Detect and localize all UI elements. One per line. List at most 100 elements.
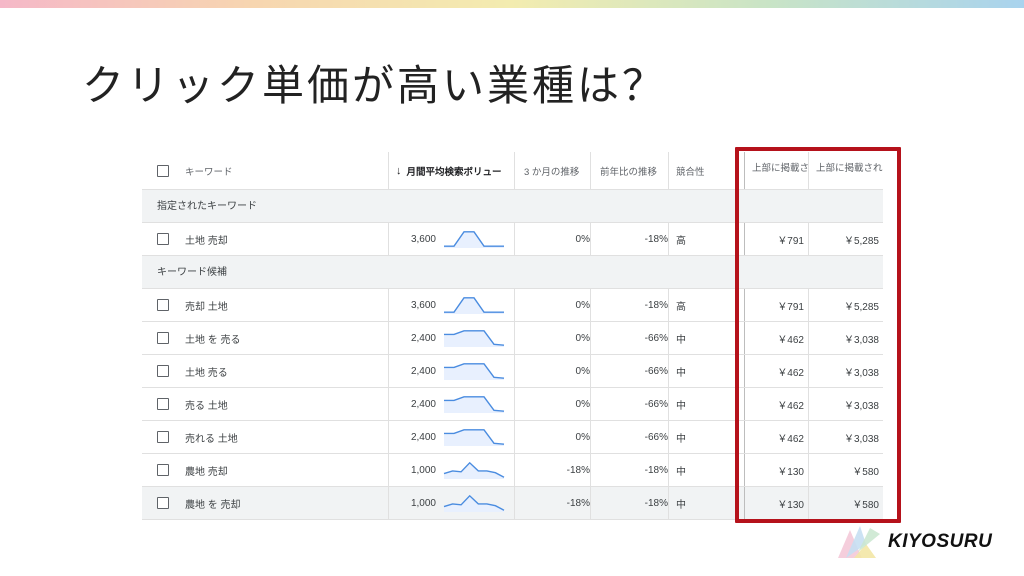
select-all-checkbox-cell[interactable] bbox=[157, 152, 171, 189]
yoy-cell: -18% bbox=[644, 233, 668, 245]
keyword-cell: 売る 土地 bbox=[185, 400, 228, 412]
yoy-cell: -66% bbox=[644, 332, 668, 344]
volume-value: 3,600 bbox=[410, 299, 436, 311]
row-checkbox-cell[interactable] bbox=[157, 223, 171, 255]
volume-value: 1,000 bbox=[410, 464, 436, 476]
row-checkbox-cell[interactable] bbox=[157, 322, 171, 354]
bid-low-cell: ￥791 bbox=[777, 301, 804, 313]
three-month-cell: 0% bbox=[575, 431, 590, 443]
bid-low-cell: ￥130 bbox=[777, 499, 804, 511]
trend-sparkline bbox=[444, 330, 505, 347]
yoy-cell: -66% bbox=[644, 365, 668, 377]
row-checkbox[interactable] bbox=[157, 233, 169, 245]
keyword-cell: 土地 売る bbox=[185, 367, 228, 379]
table-row[interactable]: 農地 売却 1,000 -18% -18% 中 ￥130 ￥580 bbox=[142, 454, 883, 487]
trend-sparkline bbox=[444, 429, 505, 446]
row-checkbox-cell[interactable] bbox=[157, 355, 171, 387]
row-checkbox[interactable] bbox=[157, 332, 169, 344]
three-month-cell: -18% bbox=[566, 497, 590, 509]
bid-high-cell: ￥3,038 bbox=[843, 400, 879, 412]
trend-sparkline bbox=[443, 494, 505, 512]
header-top-bid-high[interactable]: 上部に掲載され bbox=[808, 152, 883, 189]
row-checkbox-cell[interactable] bbox=[157, 289, 171, 321]
row-checkbox-cell[interactable] bbox=[157, 487, 171, 519]
competition-cell: 中 bbox=[676, 400, 686, 412]
header-volume-label: 月間平均検索ボリュー bbox=[406, 166, 502, 178]
keyword-cell: 売却 土地 bbox=[185, 301, 228, 313]
volume-cell: 2,400 bbox=[388, 421, 514, 453]
trend-sparkline bbox=[444, 297, 504, 314]
table-header: キーワード ↓ 月間平均検索ボリュー 3 か月の推移 前年比の推移 競合性 上部… bbox=[142, 152, 883, 190]
bid-high-cell: ￥580 bbox=[852, 499, 879, 511]
header-volume[interactable]: ↓ 月間平均検索ボリュー bbox=[388, 152, 514, 189]
row-checkbox-cell[interactable] bbox=[157, 388, 171, 420]
bid-high-cell: ￥580 bbox=[852, 466, 879, 478]
three-month-cell: 0% bbox=[575, 332, 590, 344]
volume-cell: 2,400 bbox=[388, 355, 514, 387]
trend-sparkline bbox=[444, 231, 504, 248]
yoy-cell: -18% bbox=[644, 299, 668, 311]
competition-cell: 高 bbox=[676, 235, 686, 247]
row-checkbox-cell[interactable] bbox=[157, 454, 171, 486]
volume-cell: 3,600 bbox=[388, 289, 514, 321]
bid-high-cell: ￥5,285 bbox=[843, 235, 879, 247]
three-month-cell: 0% bbox=[575, 299, 590, 311]
bid-low-cell: ￥791 bbox=[777, 235, 804, 247]
trend-sparkline bbox=[444, 396, 505, 413]
row-checkbox[interactable] bbox=[157, 464, 169, 476]
table-row[interactable]: 土地 売却 3,600 0% -18% 高 ￥791 ￥5,285 bbox=[142, 223, 883, 256]
bid-high-cell: ￥3,038 bbox=[843, 334, 879, 346]
table-row[interactable]: 売る 土地 2,400 0% -66% 中 ￥462 ￥3,038 bbox=[142, 388, 883, 421]
logo-text: KIYOSURU bbox=[888, 531, 993, 552]
volume-value: 3,600 bbox=[410, 233, 436, 245]
volume-cell: 1,000 bbox=[388, 454, 514, 486]
three-month-cell: 0% bbox=[575, 398, 590, 410]
header-competition[interactable]: 競合性 bbox=[668, 152, 744, 189]
row-checkbox-cell[interactable] bbox=[157, 421, 171, 453]
row-checkbox[interactable] bbox=[157, 365, 169, 377]
header-three-month[interactable]: 3 か月の推移 bbox=[514, 152, 590, 189]
competition-cell: 高 bbox=[676, 301, 686, 313]
volume-cell: 2,400 bbox=[388, 322, 514, 354]
keyword-table: キーワード ↓ 月間平均検索ボリュー 3 か月の推移 前年比の推移 競合性 上部… bbox=[142, 152, 883, 520]
header-top-bid-low[interactable]: 上部に掲載さ bbox=[744, 152, 808, 189]
table-row[interactable]: 土地 を 売る 2,400 0% -66% 中 ￥462 ￥3,038 bbox=[142, 322, 883, 355]
trend-sparkline bbox=[444, 363, 505, 380]
competition-cell: 中 bbox=[676, 466, 686, 478]
bid-low-cell: ￥462 bbox=[777, 334, 804, 346]
keyword-cell: 土地 を 売る bbox=[185, 334, 241, 346]
row-checkbox[interactable] bbox=[157, 497, 169, 509]
trend-sparkline bbox=[443, 461, 505, 479]
volume-cell: 1,000 bbox=[388, 487, 514, 519]
volume-value: 2,400 bbox=[410, 398, 436, 410]
group-label: 指定されたキーワード bbox=[157, 201, 257, 212]
bid-high-cell: ￥3,038 bbox=[843, 367, 879, 379]
keyword-cell: 売れる 土地 bbox=[185, 433, 238, 445]
competition-cell: 中 bbox=[676, 433, 686, 445]
table-row[interactable]: 農地 を 売却 1,000 -18% -18% 中 ￥130 ￥580 bbox=[142, 487, 883, 520]
bid-high-cell: ￥5,285 bbox=[843, 301, 879, 313]
bid-low-cell: ￥462 bbox=[777, 367, 804, 379]
table-row[interactable]: 売却 土地 3,600 0% -18% 高 ￥791 ￥5,285 bbox=[142, 289, 883, 322]
group-header-row: キーワード候補 bbox=[142, 256, 883, 289]
keyword-cell: 農地 売却 bbox=[185, 466, 228, 478]
group-label: キーワード候補 bbox=[157, 267, 227, 278]
header-keyword[interactable]: キーワード bbox=[185, 152, 385, 189]
bid-high-cell: ￥3,038 bbox=[843, 433, 879, 445]
table-row[interactable]: 土地 売る 2,400 0% -66% 中 ￥462 ￥3,038 bbox=[142, 355, 883, 388]
competition-cell: 中 bbox=[676, 367, 686, 379]
yoy-cell: -66% bbox=[644, 431, 668, 443]
group-header-row: 指定されたキーワード bbox=[142, 190, 883, 223]
logo-mark-icon bbox=[838, 526, 880, 558]
bid-low-cell: ￥130 bbox=[777, 466, 804, 478]
row-checkbox[interactable] bbox=[157, 431, 169, 443]
select-all-checkbox[interactable] bbox=[157, 164, 169, 177]
row-checkbox[interactable] bbox=[157, 398, 169, 410]
row-checkbox[interactable] bbox=[157, 299, 169, 311]
yoy-cell: -18% bbox=[644, 464, 668, 476]
top-gradient-bar bbox=[0, 0, 1024, 8]
table-row[interactable]: 売れる 土地 2,400 0% -66% 中 ￥462 ￥3,038 bbox=[142, 421, 883, 454]
header-yoy[interactable]: 前年比の推移 bbox=[590, 152, 668, 189]
three-month-cell: 0% bbox=[575, 233, 590, 245]
bid-low-cell: ￥462 bbox=[777, 400, 804, 412]
